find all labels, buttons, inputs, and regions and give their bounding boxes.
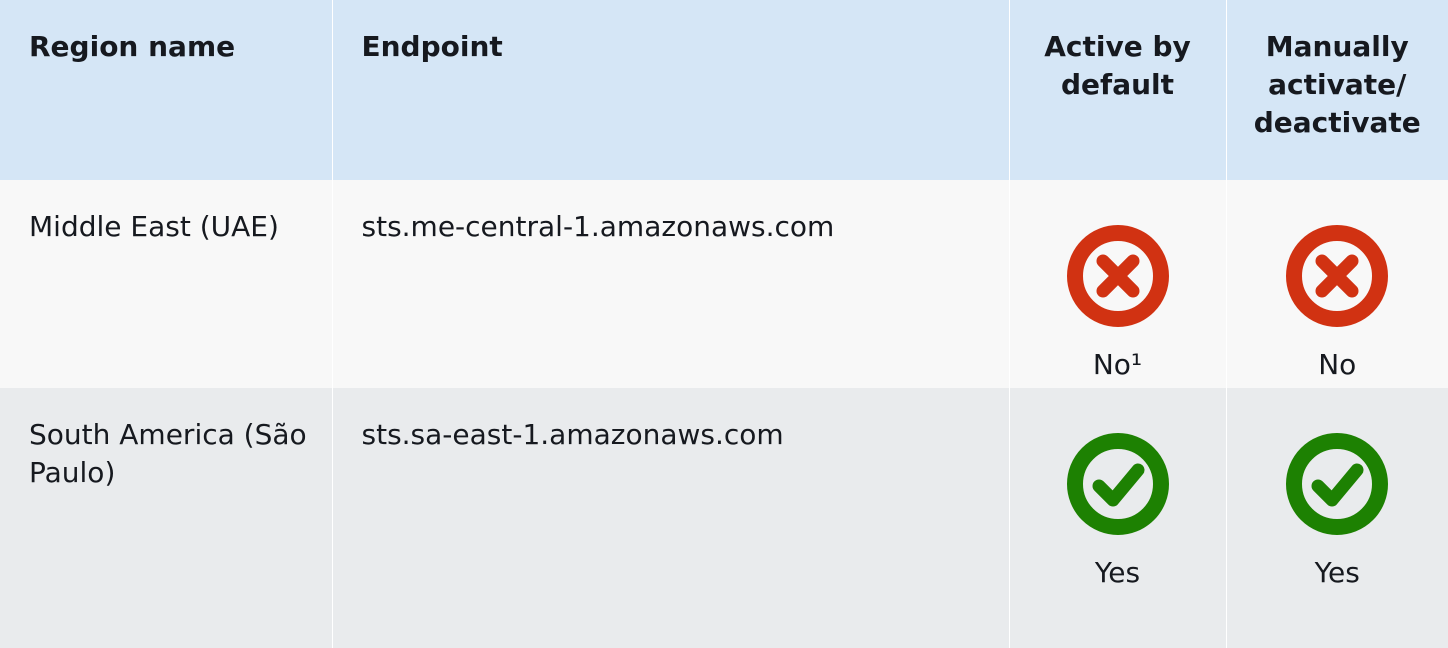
region-name-cell: Middle East (UAE) <box>0 180 333 388</box>
region-name-cell: South America (São Paulo) <box>0 388 333 648</box>
table-row: South America (São Paulo) sts.sa-east-1.… <box>0 388 1448 648</box>
success-circle-icon <box>1286 433 1389 535</box>
table-row: Middle East (UAE) sts.me-central-1.amazo… <box>0 180 1448 388</box>
sts-regions-table: Region name Endpoint Active by default M… <box>0 0 1448 648</box>
active-by-default-label: Yes <box>1094 556 1141 589</box>
active-by-default-cell: No¹ <box>1009 180 1227 388</box>
manual-activation-cell: No <box>1226 180 1448 388</box>
manual-activation-label: No <box>1318 348 1357 381</box>
endpoint-cell: sts.me-central-1.amazonaws.com <box>332 180 1010 388</box>
error-circle-icon <box>1066 225 1169 327</box>
endpoint-cell: sts.sa-east-1.amazonaws.com <box>332 388 1010 648</box>
error-circle-icon <box>1286 225 1389 327</box>
endpoint-header: Endpoint <box>332 0 1010 180</box>
header-row: Region name Endpoint Active by default M… <box>0 0 1448 180</box>
table-body: Middle East (UAE) sts.me-central-1.amazo… <box>0 180 1448 648</box>
active-by-default-cell: Yes <box>1009 388 1227 648</box>
success-circle-icon <box>1066 433 1169 535</box>
table-header: Region name Endpoint Active by default M… <box>0 0 1448 180</box>
active-by-default-header: Active by default <box>1009 0 1227 180</box>
manual-activation-cell: Yes <box>1226 388 1448 648</box>
active-by-default-label: No¹ <box>1092 348 1143 381</box>
manual-activation-header: Manually activate/ deactivate <box>1253 30 1421 139</box>
manual-activation-label: Yes <box>1314 556 1360 589</box>
region-name-header: Region name <box>0 0 333 180</box>
